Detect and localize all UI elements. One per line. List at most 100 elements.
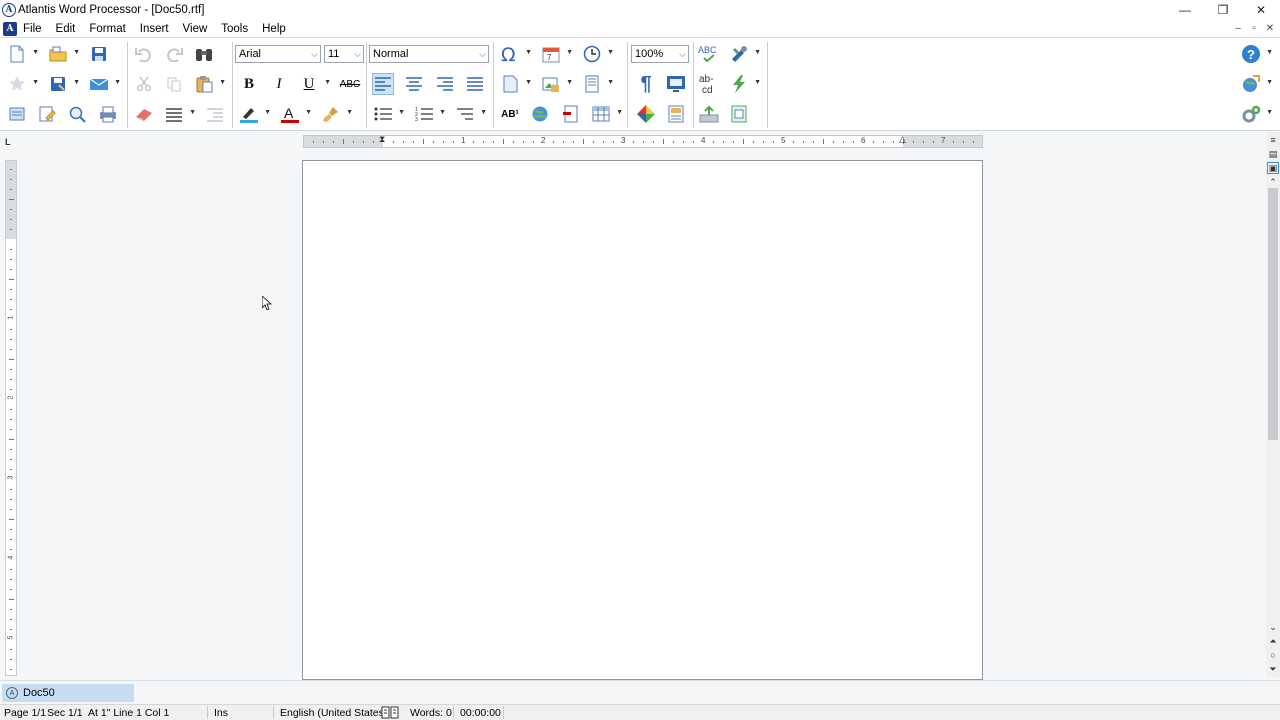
web-update-button[interactable] (1240, 73, 1273, 95)
color-scheme-button[interactable] (635, 103, 657, 125)
font-color-button[interactable]: A (279, 103, 312, 125)
document-menu-icon[interactable]: A (3, 21, 17, 36)
options-button[interactable] (1240, 103, 1273, 125)
vertical-scrollbar[interactable]: ≡ ▤ ▣ ⌃ ⌄ ⏶ ○ ⏷ (1266, 132, 1280, 677)
undo-icon (135, 48, 151, 62)
ruler-tick (333, 140, 334, 143)
borders-button[interactable] (163, 103, 196, 125)
bullets-button[interactable] (372, 103, 405, 125)
zoom-combo[interactable]: 100% ⌵ (631, 45, 689, 63)
view-web-icon[interactable]: ▤ (1267, 148, 1279, 160)
save-as-button[interactable] (47, 73, 80, 95)
left-indent-marker-icon[interactable]: ⧗ (379, 134, 385, 145)
insert-hyperlink-button[interactable] (529, 103, 551, 125)
browse-object-icon[interactable]: ○ (1267, 649, 1279, 661)
power-typing-button[interactable] (728, 73, 761, 95)
email-button[interactable] (88, 73, 121, 95)
insert-date-button[interactable]: 7 (540, 43, 573, 65)
doc-close-button[interactable]: ✕ (1262, 21, 1278, 35)
export-button[interactable] (698, 103, 720, 125)
font-name-combo[interactable]: Arial ⌵ (235, 45, 321, 63)
document-tab[interactable]: A Doc50 (2, 684, 134, 702)
find-button[interactable] (193, 43, 215, 65)
ebook-button[interactable] (728, 103, 750, 125)
full-screen-button[interactable] (665, 73, 687, 95)
maximize-button[interactable]: ❐ (1204, 0, 1242, 20)
previous-page-icon[interactable]: ⏶ (1267, 635, 1279, 647)
minimize-button[interactable]: — (1166, 0, 1204, 20)
format-painter-button[interactable] (320, 103, 353, 125)
menu-help[interactable]: Help (255, 23, 293, 35)
next-page-icon[interactable]: ⏷ (1267, 663, 1279, 675)
copy-button[interactable] (163, 73, 185, 95)
scrollbar-thumb[interactable] (1268, 188, 1278, 440)
style-combo[interactable]: Normal ⌵ (369, 45, 489, 63)
save-button[interactable] (88, 43, 110, 65)
insert-picture-button[interactable] (540, 73, 573, 95)
document-page[interactable] (302, 160, 983, 680)
hyphenation-button[interactable]: ab-cd (698, 73, 720, 95)
new-document-button[interactable] (6, 43, 39, 65)
italic-button[interactable]: I (268, 73, 290, 95)
print-layout-button[interactable] (6, 103, 28, 125)
horizontal-ruler[interactable]: 1 2 3 4 5 6 7 ⧗ △ (303, 134, 983, 148)
menu-file[interactable]: File (17, 23, 49, 35)
status-language[interactable]: English (United States) (280, 707, 387, 719)
insert-header-button[interactable] (581, 73, 614, 95)
ruler-number: 3 (7, 475, 15, 480)
app-logo-icon[interactable]: A (2, 3, 16, 17)
open-document-button[interactable] (47, 43, 80, 65)
scroll-down-arrow-icon[interactable]: ⌄ (1267, 621, 1279, 633)
align-left-button[interactable] (372, 73, 394, 95)
menu-tools[interactable]: Tools (214, 23, 255, 35)
page-setup-button[interactable] (665, 103, 687, 125)
ruler-tick (10, 339, 12, 340)
paste-button[interactable] (193, 73, 226, 95)
edit-document-button[interactable] (36, 103, 58, 125)
font-size-combo[interactable]: 11 ⌵ (324, 45, 364, 63)
ruler-tick (10, 229, 12, 230)
spell-check-button[interactable]: ABC (698, 43, 720, 65)
underline-button[interactable]: U (298, 73, 331, 95)
undo-button[interactable] (133, 43, 155, 65)
help-button[interactable]: ? (1240, 43, 1273, 65)
scroll-up-arrow-icon[interactable]: ⌃ (1267, 176, 1279, 188)
view-page-icon[interactable]: ▣ (1267, 162, 1279, 174)
insert-time-button[interactable] (581, 43, 614, 65)
insert-table-button[interactable] (590, 103, 623, 125)
cut-button[interactable] (133, 73, 155, 95)
show-marks-button[interactable]: ¶ (635, 73, 657, 95)
superscript-button[interactable]: AB¹ (499, 103, 521, 125)
eraser-button[interactable] (133, 103, 155, 125)
vertical-ruler[interactable]: 1 2 3 4 5 (5, 160, 17, 676)
print-button[interactable] (97, 103, 119, 125)
numbering-button[interactable]: 123 (413, 103, 446, 125)
view-normal-icon[interactable]: ≡ (1267, 134, 1279, 146)
menu-view[interactable]: View (176, 23, 215, 35)
align-center-button[interactable] (403, 73, 425, 95)
align-right-button[interactable] (434, 73, 456, 95)
menu-edit[interactable]: Edit (49, 23, 83, 35)
tab-stop-selector[interactable]: L (5, 137, 16, 148)
print-preview-button[interactable] (66, 103, 88, 125)
insert-symbol-button[interactable]: Ω (499, 43, 532, 65)
indent-button[interactable] (204, 103, 226, 125)
multilevel-list-button[interactable] (454, 103, 487, 125)
insert-page-break-button[interactable] (499, 73, 532, 95)
autocorrect-button[interactable] (728, 43, 761, 65)
justify-button[interactable] (464, 73, 486, 95)
menu-insert[interactable]: Insert (133, 23, 176, 35)
doc-minimize-button[interactable]: – (1230, 21, 1246, 35)
status-insert-mode[interactable]: Ins (214, 707, 228, 719)
right-indent-marker-icon[interactable]: △ (899, 134, 906, 145)
insert-bookmark-button[interactable] (560, 103, 582, 125)
highlight-button[interactable] (238, 103, 271, 125)
redo-button[interactable] (163, 43, 185, 65)
ruler-tick (493, 140, 494, 143)
strikethrough-button[interactable]: ABC (339, 73, 361, 95)
favorites-button[interactable] (6, 73, 39, 95)
menu-format[interactable]: Format (82, 23, 132, 35)
bold-button[interactable]: B (238, 73, 260, 95)
doc-restore-button[interactable]: ▫ (1246, 21, 1262, 35)
close-button[interactable]: ✕ (1242, 0, 1280, 20)
